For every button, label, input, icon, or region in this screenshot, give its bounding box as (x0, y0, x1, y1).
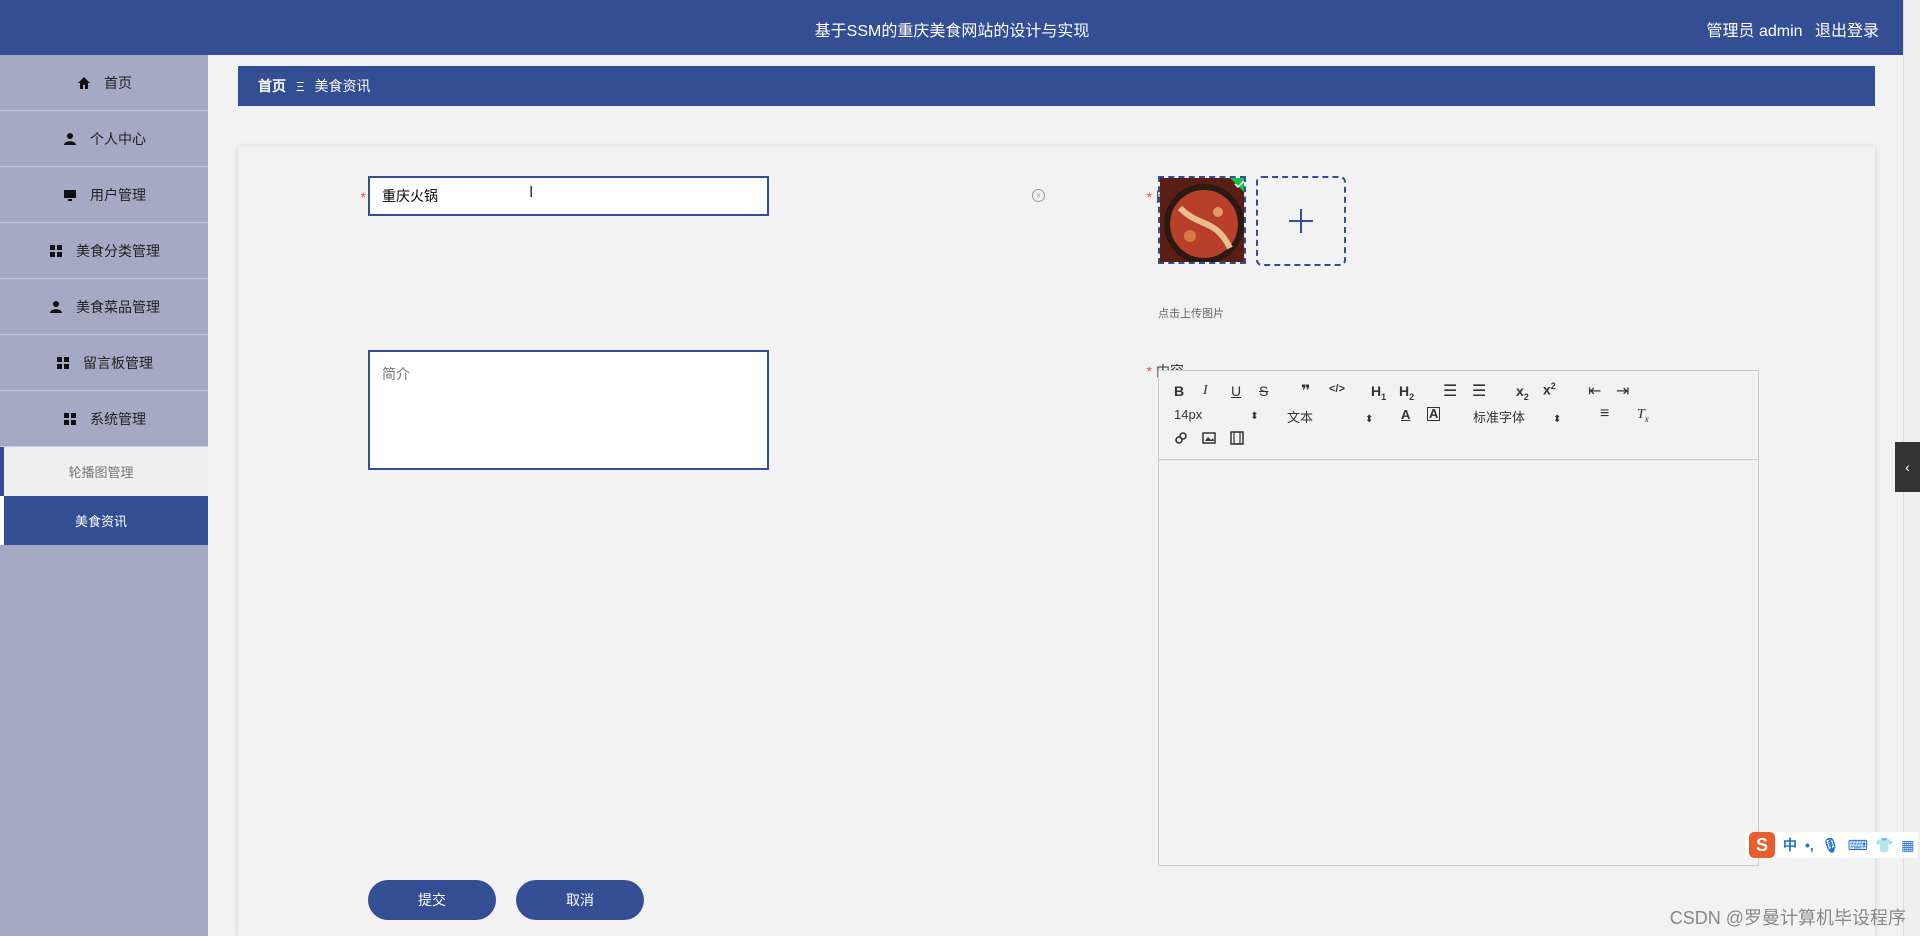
keyboard-icon[interactable]: ⌨ (1848, 837, 1868, 854)
video-icon[interactable] (1230, 431, 1244, 448)
microphone-icon[interactable]: 🎙 (1822, 837, 1840, 854)
submit-button[interactable]: 提交 (368, 880, 496, 920)
sogou-logo-icon: S (1749, 832, 1775, 858)
strike-icon[interactable]: S (1259, 383, 1268, 399)
sidebar-item-message-board[interactable]: 留言板管理 (0, 335, 208, 391)
sidebar-item-user-management[interactable]: 用户管理 (0, 167, 208, 223)
rich-text-editor: B I U S ❞ </> H1 H2 ☰ ☰ x2 x2 ⇤ ⇥ 14px ⬍ … (1158, 370, 1759, 866)
cancel-button[interactable]: 取消 (516, 880, 644, 920)
breadcrumb-home[interactable]: 首页 (258, 76, 286, 96)
hotpot-image (1160, 178, 1244, 262)
top-header: 基于SSM的重庆美食网站的设计与实现 管理员 admin 退出登录 (0, 0, 1904, 55)
font-size-select[interactable]: 14px ⬍ (1174, 407, 1259, 422)
form-card: *标题 Ι × 简介 *图片 点击上传图片 *内容 B I U S ❞ </> … (238, 146, 1875, 936)
sidebar-item-label: 留言板管理 (83, 354, 153, 371)
title-input[interactable] (368, 176, 769, 216)
sidebar-item-label: 用户管理 (90, 186, 146, 203)
current-user: 管理员 admin (1706, 23, 1803, 40)
logout-link[interactable]: 退出登录 (1815, 23, 1879, 40)
ime-mode[interactable]: 中 (1783, 835, 1797, 855)
sidebar-item-system[interactable]: 系统管理 (0, 391, 208, 447)
sidebar-item-label: 首页 (104, 74, 132, 91)
sidebar-item-personal-center[interactable]: 个人中心 (0, 111, 208, 167)
sidebar-item-label: 系统管理 (90, 410, 146, 427)
sidebar: 首页 个人中心 用户管理 美食分类管理 美食菜品管理 留言板管理 系统管理 轮播… (0, 55, 208, 936)
sidebar-item-food-dish[interactable]: 美食菜品管理 (0, 279, 208, 335)
punctuation-icon[interactable]: •, (1805, 837, 1814, 853)
sidebar-item-label: 美食分类管理 (76, 242, 160, 259)
home-icon (76, 75, 92, 91)
sidebar-item-label: 美食菜品管理 (76, 298, 160, 315)
sidebar-subitem-food-news[interactable]: 美食资讯 (0, 496, 208, 545)
editor-toolbar: B I U S ❞ </> H1 H2 ☰ ☰ x2 x2 ⇤ ⇥ 14px ⬍ … (1159, 371, 1758, 460)
outdent-icon[interactable]: ⇤ (1588, 381, 1601, 401)
sidebar-subitem-carousel[interactable]: 轮播图管理 (0, 447, 208, 496)
grid-icon (48, 243, 64, 259)
background-color-icon[interactable]: A (1427, 407, 1441, 421)
collapse-tab-button[interactable]: ‹ (1895, 442, 1920, 492)
editor-content-area[interactable] (1159, 460, 1758, 866)
code-block-icon[interactable]: </> (1329, 383, 1345, 395)
uploaded-image-thumbnail[interactable] (1158, 176, 1246, 264)
plus-icon (1289, 209, 1313, 233)
bold-icon[interactable]: B (1174, 383, 1184, 399)
superscript-icon[interactable]: x2 (1543, 381, 1556, 398)
italic-icon[interactable]: I (1203, 383, 1208, 399)
skin-icon[interactable]: 👕 (1876, 837, 1893, 854)
image-icon[interactable] (1202, 431, 1216, 448)
font-family-select[interactable]: 标准字体 ⬍ (1473, 407, 1561, 426)
grid-icon (62, 411, 78, 427)
breadcrumb-current: 美食资讯 (314, 78, 371, 94)
header-select[interactable]: 文本 ⬍ (1287, 407, 1373, 426)
user-tie-icon (48, 299, 64, 315)
header1-icon[interactable]: H1 (1371, 383, 1386, 402)
indent-icon[interactable]: ⇥ (1616, 381, 1629, 401)
upload-hint: 点击上传图片 (1158, 308, 1224, 320)
text-cursor-icon: Ι (529, 184, 534, 201)
bullet-list-icon[interactable]: ☰ (1472, 381, 1486, 401)
breadcrumb-separator: Ξ (296, 78, 305, 94)
csdn-watermark: CSDN @罗曼计算机毕设程序 (1669, 908, 1906, 928)
user-area: 管理员 admin 退出登录 (1699, 17, 1880, 41)
ordered-list-icon[interactable]: ☰ (1443, 381, 1457, 401)
subscript-icon[interactable]: x2 (1516, 383, 1529, 402)
grid-icon (55, 355, 71, 371)
upload-add-button[interactable] (1256, 176, 1346, 266)
sidebar-item-home[interactable]: 首页 (0, 55, 208, 111)
breadcrumb: 首页 Ξ 美食资讯 (238, 66, 1875, 106)
font-color-icon[interactable]: A (1401, 407, 1410, 422)
chevron-left-icon: ‹ (1905, 459, 1910, 475)
align-icon[interactable]: ≡ (1600, 405, 1609, 423)
link-icon[interactable] (1174, 431, 1188, 448)
intro-textarea[interactable] (368, 350, 769, 470)
ime-toolbar: S 中 •, 🎙 ⌨ 👕 ▦ (1745, 832, 1919, 858)
header2-icon[interactable]: H2 (1399, 383, 1414, 402)
clear-icon[interactable]: × (1032, 189, 1045, 202)
site-title: 基于SSM的重庆美食网站的设计与实现 (814, 23, 1090, 40)
sidebar-subitem-label: 美食资讯 (74, 514, 127, 529)
user-icon (62, 131, 78, 147)
sidebar-item-food-category[interactable]: 美食分类管理 (0, 223, 208, 279)
underline-icon[interactable]: U (1231, 383, 1241, 399)
monitor-icon (62, 187, 78, 203)
clear-format-icon[interactable]: Tx (1637, 407, 1649, 424)
apps-icon[interactable]: ▦ (1901, 837, 1914, 854)
sidebar-subitem-label: 轮播图管理 (68, 465, 134, 480)
sidebar-item-label: 个人中心 (90, 130, 146, 147)
blockquote-icon[interactable]: ❞ (1301, 381, 1310, 401)
